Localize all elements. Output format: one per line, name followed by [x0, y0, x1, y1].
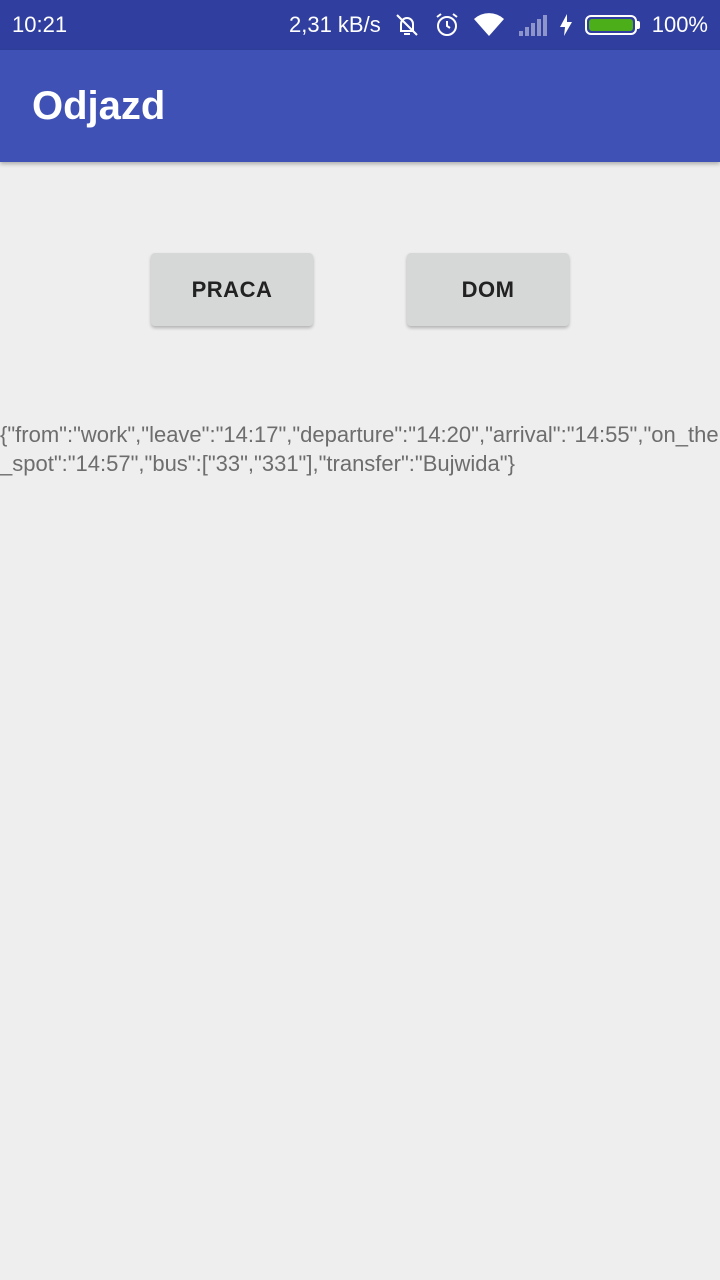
status-icons: 2,31 kB/s 100% — [289, 11, 708, 39]
app-bar: Odjazd — [0, 50, 720, 162]
status-bar: 10:21 2,31 kB/s 100% — [0, 0, 720, 50]
alarm-icon — [433, 11, 461, 39]
wifi-icon — [473, 12, 505, 38]
result-json-text: {"from":"work","leave":"14:17","departur… — [0, 422, 719, 476]
notifications-off-icon — [393, 11, 421, 39]
charging-bolt-icon — [559, 13, 573, 37]
cell-signal-icon — [517, 13, 547, 37]
app-title: Odjazd — [32, 83, 166, 128]
battery-icon — [584, 15, 640, 35]
battery-percent: 100% — [651, 12, 708, 37]
net-speed: 2,31 kB/s — [289, 12, 381, 37]
dom-button[interactable]: DOM — [407, 253, 569, 326]
praca-button[interactable]: PRACA — [151, 253, 313, 326]
battery-fill — [588, 19, 633, 31]
status-time: 10:21 — [12, 12, 68, 37]
